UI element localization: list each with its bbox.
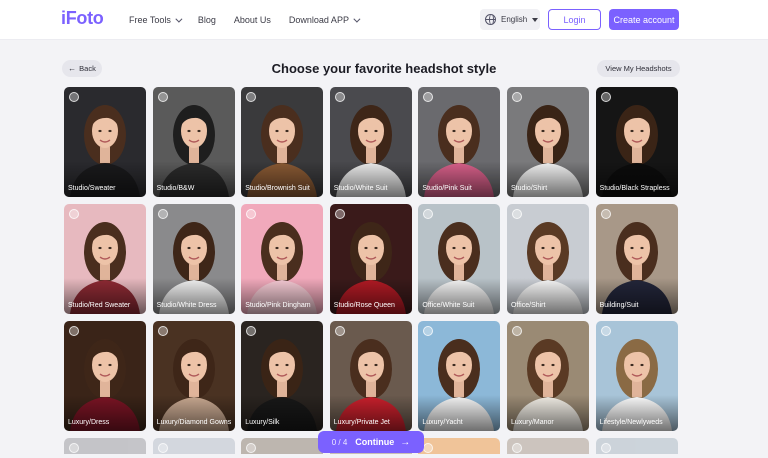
selection-count: 0 / 4 [331,437,348,447]
style-card[interactable]: Studio/White Suit [329,87,412,197]
select-radio[interactable] [511,92,522,102]
style-label: Studio/Rose Queen [333,302,395,309]
style-card[interactable]: Luxury/Dress [64,321,146,431]
style-label: Building/Suit [599,302,639,309]
nav-free-tools-label: Free Tools [129,15,171,25]
style-card[interactable]: Studio/Black Strapless [595,87,678,197]
chevron-down-icon [175,15,183,23]
style-card[interactable]: Office/White Suit [418,204,501,314]
select-radio[interactable] [157,209,168,219]
arrow-right-icon: → [400,436,411,448]
style-card[interactable]: Luxury/Yacht [418,321,501,431]
style-label: Studio/Red Sweater [68,302,131,309]
style-card[interactable]: Lifestyle/Newlyweds [595,321,678,431]
create-account-button[interactable]: Create account [609,9,679,30]
style-card[interactable]: Luxury/Manor [506,321,589,431]
style-card[interactable] [64,438,146,454]
select-radio[interactable] [511,443,522,453]
select-radio[interactable] [157,326,168,336]
style-card[interactable] [418,438,501,454]
continue-label: Continue [355,437,395,447]
style-card[interactable]: Luxury/Diamond Gowns [152,321,235,431]
style-card[interactable]: Building/Suit [595,204,678,314]
view-my-headshots-button[interactable]: View My Headshots [597,60,680,77]
style-label: Luxury/Manor [510,419,554,426]
top-header: iFoto Free Tools Blog About Us Download … [0,0,768,40]
style-card[interactable]: Studio/Shirt [506,87,589,197]
style-card[interactable] [152,438,235,454]
select-radio[interactable] [423,443,434,453]
style-card[interactable] [241,438,324,454]
style-card[interactable]: Office/Shirt [506,204,589,314]
style-card[interactable]: Studio/Sweater [64,87,146,197]
style-label: Luxury/Private Jet [333,419,390,426]
style-label: Office/Shirt [510,302,546,309]
style-card[interactable] [595,438,678,454]
style-card[interactable]: Studio/Rose Queen [329,204,412,314]
nav-about-us-label: About Us [233,15,271,25]
style-label: Studio/B&W [156,185,195,192]
nav-free-tools[interactable]: Free Tools [129,15,183,25]
style-label: Studio/Brownish Suit [245,185,310,192]
nav-blog-label: Blog [197,15,216,25]
style-card[interactable]: Studio/White Dress [152,204,235,314]
select-radio[interactable] [69,443,79,453]
select-radio[interactable] [511,326,522,336]
style-label: Studio/Black Strapless [599,185,670,192]
login-button[interactable]: Login [548,9,601,30]
select-radio[interactable] [69,92,79,102]
style-card[interactable]: Luxury/Private Jet [329,321,412,431]
style-label: Luxury/Yacht [422,419,463,426]
style-label: Studio/Sweater [68,185,116,192]
style-card[interactable]: Studio/Pink Suit [418,87,501,197]
globe-icon [485,14,496,25]
style-label: Studio/Pink Dingham [245,302,311,309]
nav-download-app-label: Download APP [288,15,349,25]
style-label: Luxury/Dress [68,419,110,426]
style-label: Office/White Suit [422,302,475,309]
style-card[interactable] [506,438,589,454]
select-radio[interactable] [157,443,168,453]
select-radio[interactable] [600,92,611,102]
style-card[interactable]: Studio/Brownish Suit [241,87,324,197]
caret-down-icon [532,17,539,22]
chevron-down-icon [353,15,361,23]
headshot-style-grid: Studio/Sweater Studio/B&W Studio/Brownish … [64,87,678,454]
style-label: Luxury/Diamond Gowns [156,419,232,426]
select-radio[interactable] [334,92,345,102]
select-radio[interactable] [246,443,257,453]
select-radio[interactable] [157,92,168,102]
select-radio[interactable] [69,326,79,336]
continue-button[interactable]: 0 / 4 Continue → [318,431,424,453]
style-label: Studio/Pink Suit [422,185,472,192]
select-radio[interactable] [69,209,79,219]
style-label: Lifestyle/Newlyweds [599,419,663,426]
style-card[interactable]: Studio/B&W [152,87,235,197]
language-selector[interactable]: English [480,9,540,30]
main-nav: Free Tools Blog About Us Download APP [129,0,376,40]
select-radio[interactable] [600,326,611,336]
nav-download-app[interactable]: Download APP [288,15,361,25]
style-card[interactable]: Studio/Pink Dingham [241,204,324,314]
style-label: Studio/Shirt [510,185,548,192]
style-card[interactable]: Luxury/Silk [241,321,324,431]
style-label: Studio/White Suit [333,185,388,192]
select-radio[interactable] [600,209,611,219]
style-card[interactable]: Studio/Red Sweater [64,204,146,314]
language-label: English [501,15,528,24]
select-radio[interactable] [334,326,345,336]
select-radio[interactable] [334,209,345,219]
style-label: Studio/White Dress [156,302,217,309]
ifoto-logo[interactable]: iFoto [61,8,104,29]
select-radio[interactable] [511,209,522,219]
select-radio[interactable] [600,443,611,453]
nav-about-us[interactable]: About Us [234,15,271,25]
style-label: Luxury/Silk [245,419,280,426]
nav-blog[interactable]: Blog [198,15,216,25]
